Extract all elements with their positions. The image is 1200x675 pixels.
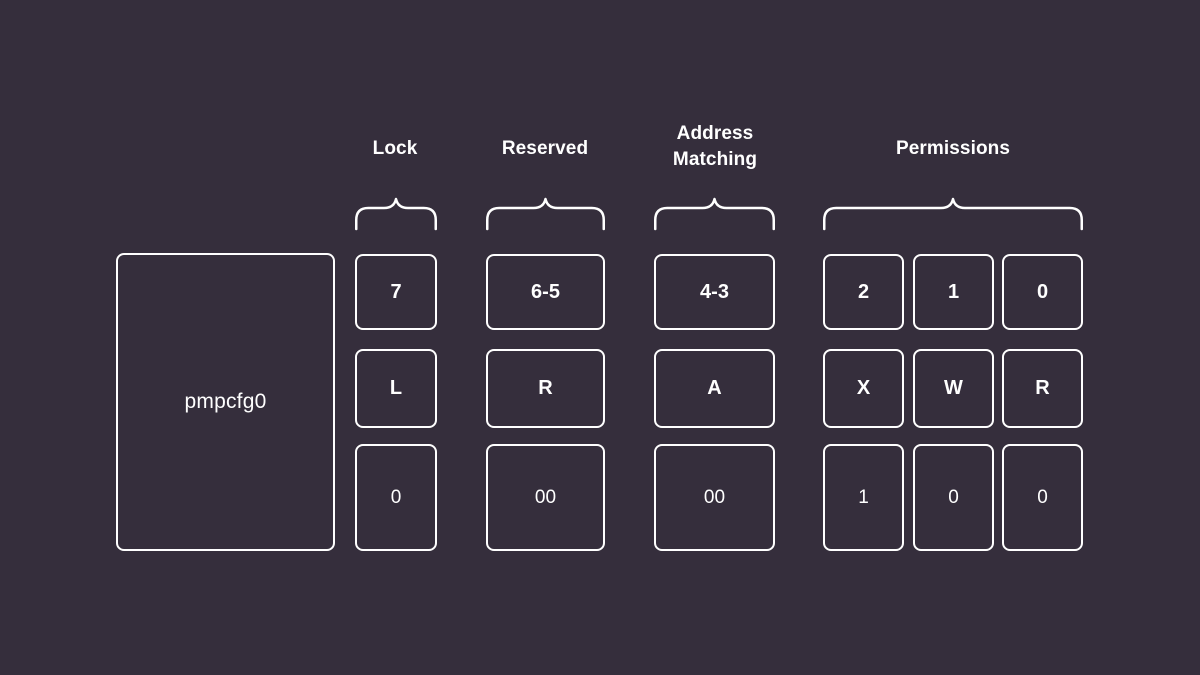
group-label-address-matching: Address Matching [645,121,785,172]
bit-cell-perm-x: 2 [823,254,904,330]
field-cell-address: A [654,349,775,428]
bit-cell-perm-r-text: 0 [1036,280,1049,303]
field-cell-lock-text: L [389,377,403,399]
value-cell-address: 00 [654,444,775,551]
group-label-permissions: Permissions [895,138,1011,159]
diagram-canvas: pmpcfg0 Lock Reserved Address Matching P… [0,0,1200,675]
group-label-address-matching-line1: Address [676,123,754,144]
field-cell-perm-x-text: X [856,377,871,399]
value-cell-reserved-text: 00 [534,486,557,508]
field-cell-perm-w: W [913,349,994,428]
bit-cell-perm-x-text: 2 [857,280,870,303]
bit-cell-lock-text: 7 [390,280,402,303]
value-cell-perm-r-text: 0 [1037,486,1048,508]
field-cell-reserved: R [486,349,605,428]
group-label-reserved: Reserved [501,138,589,159]
value-cell-lock-text: 0 [390,486,402,508]
value-cell-perm-w: 0 [913,444,994,551]
brace-address-matching [654,197,775,231]
brace-reserved [486,197,605,231]
group-label-address-matching-line2: Matching [672,148,758,170]
field-cell-perm-r-text: R [1035,377,1050,399]
bit-cell-reserved: 6-5 [486,254,605,330]
value-cell-address-text: 00 [703,486,726,508]
register-name-label: pmpcfg0 [184,390,267,413]
bit-cell-address-text: 4-3 [700,280,729,303]
bit-cell-perm-r: 0 [1002,254,1083,330]
value-cell-reserved: 00 [486,444,605,551]
field-cell-perm-x: X [823,349,904,428]
value-cell-perm-w-text: 0 [948,486,959,508]
field-cell-perm-w-text: W [944,377,963,399]
field-cell-reserved-text: R [538,377,553,399]
value-cell-perm-x: 1 [823,444,904,551]
brace-lock [355,197,437,231]
value-cell-lock: 0 [355,444,437,551]
bit-cell-perm-w-text: 1 [947,280,960,303]
value-cell-perm-r: 0 [1002,444,1083,551]
bit-cell-lock: 7 [355,254,437,330]
bit-cell-reserved-text: 6-5 [531,280,560,303]
field-cell-lock: L [355,349,437,428]
bit-cell-perm-w: 1 [913,254,994,330]
value-cell-perm-x-text: 1 [858,486,869,508]
group-label-lock: Lock [372,138,418,159]
field-cell-address-text: A [707,377,722,399]
register-box: pmpcfg0 [116,253,335,551]
bit-cell-address: 4-3 [654,254,775,330]
field-cell-perm-r: R [1002,349,1083,428]
brace-permissions [823,197,1083,231]
